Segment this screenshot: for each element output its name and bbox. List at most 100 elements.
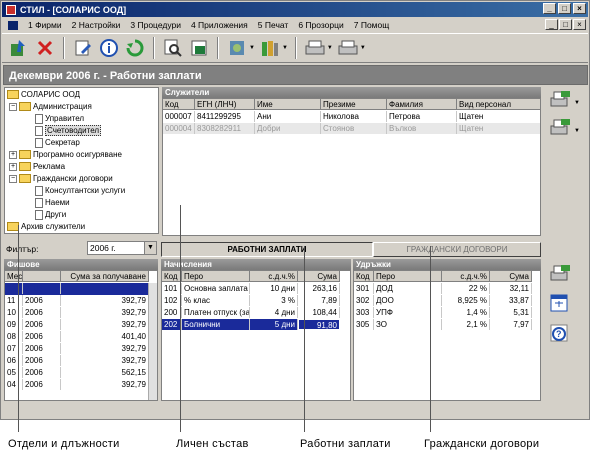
menu-procedures[interactable]: 3 Процедури xyxy=(130,20,181,30)
col-family[interactable]: Фамилия xyxy=(387,99,457,110)
chevron-down-icon[interactable]: ▼ xyxy=(282,45,288,51)
printer-rz-icon[interactable] xyxy=(549,89,571,111)
tree-node-consult[interactable]: Консултантски услуги xyxy=(35,185,125,196)
add-icon[interactable] xyxy=(8,37,30,59)
mdi-restore-button[interactable]: □ xyxy=(559,19,572,30)
table-row[interactable]: 303 УПФ 1,4 % 5,31 xyxy=(354,307,540,318)
chevron-down-icon[interactable]: ▼ xyxy=(249,45,255,51)
tab-salaries[interactable]: РАБОТНИ ЗАПЛАТИ xyxy=(161,242,373,257)
deductions-table[interactable]: Код Перо с.д.ч.% Сума 301 ДОД 22 % 32,11… xyxy=(353,270,541,401)
col-amount[interactable]: Сума за получаване xyxy=(61,271,149,282)
maximize-button[interactable]: □ xyxy=(558,3,571,14)
col-year[interactable] xyxy=(23,271,61,282)
table-row[interactable]: 000004 8308282911 Добри Стоянов Вълков Щ… xyxy=(163,123,540,134)
payslip-icon[interactable] xyxy=(549,263,571,285)
table-row[interactable]: 07 2006 392,79 xyxy=(5,343,157,354)
tree-node-rent[interactable]: Наеми xyxy=(35,197,70,208)
table-row[interactable]: 04 2006 392,79 xyxy=(5,379,157,390)
menu-icon[interactable] xyxy=(8,20,18,30)
printer-gd-icon[interactable] xyxy=(549,117,571,139)
help-icon[interactable]: ? xyxy=(549,323,571,345)
table-row[interactable]: 11 2006 392,79 xyxy=(5,295,157,306)
tree-node-root[interactable]: СОЛАРИС ООД xyxy=(7,89,80,100)
close-button[interactable]: × xyxy=(573,3,586,14)
payouts-scrollbar[interactable] xyxy=(148,283,157,400)
tree-node-other[interactable]: Други xyxy=(35,209,66,220)
table-row[interactable]: 101 Основна заплата 10 дни 263,16 xyxy=(162,283,350,294)
excel-export-icon[interactable] xyxy=(188,37,210,59)
col-code[interactable]: Код xyxy=(354,271,374,282)
tree-node-prog[interactable]: + Програмно осигуряване xyxy=(9,149,122,160)
tab-civil-contracts[interactable]: ГРАЖДАНСКИ ДОГОВОРИ xyxy=(373,242,541,257)
collapse-icon[interactable]: − xyxy=(9,102,17,111)
table-row[interactable]: 202 Болнични 5 дни 91,80 xyxy=(162,319,350,330)
split-window-icon[interactable] xyxy=(549,293,571,315)
books-icon[interactable] xyxy=(259,37,281,59)
printer-gd-icon[interactable] xyxy=(337,37,359,59)
menu-firms[interactable]: 1 Фирми xyxy=(28,20,62,30)
tree-node-admin[interactable]: − Администрация xyxy=(9,101,92,112)
col-days[interactable]: с.д.ч.% xyxy=(250,271,298,282)
toolbar: ▼ ▼ ▼ ▼ xyxy=(2,33,588,63)
employees-table[interactable]: Код ЕГН (ЛНЧ) Име Презиме Фамилия Вид пе… xyxy=(162,98,541,236)
table-row[interactable]: 06 2006 392,79 xyxy=(5,355,157,366)
minimize-button[interactable]: _ xyxy=(543,3,556,14)
table-row[interactable]: 305 ЗО 2,1 % 7,97 xyxy=(354,319,540,330)
col-middle[interactable]: Презиме xyxy=(321,99,387,110)
mdi-close-button[interactable]: × xyxy=(573,19,586,30)
tree-node-manager[interactable]: Управител xyxy=(35,113,84,124)
menu-windows[interactable]: 6 Прозорци xyxy=(298,20,343,30)
table-row[interactable]: 08 2006 401,40 xyxy=(5,331,157,342)
col-item[interactable]: Перо xyxy=(182,271,250,282)
col-sum[interactable]: Сума xyxy=(490,271,532,282)
chevron-down-icon[interactable]: ▼ xyxy=(327,45,333,51)
accruals-table[interactable]: Код Перо с.д.ч.% Сума 101 Основна заплат… xyxy=(161,270,351,401)
payouts-table[interactable]: Месец Сума за получаване 12 2006 392,79 … xyxy=(4,270,158,401)
col-code[interactable]: Код xyxy=(163,99,195,110)
menu-help[interactable]: 7 Помощ xyxy=(354,20,390,30)
chevron-down-icon[interactable]: ▼ xyxy=(360,45,366,51)
printer-rz-icon[interactable] xyxy=(304,37,326,59)
info-icon[interactable] xyxy=(98,37,120,59)
tree-node-civil[interactable]: − Граждански договори xyxy=(9,173,113,184)
chevron-down-icon[interactable]: ▼ xyxy=(144,242,156,254)
chevron-down-icon[interactable]: ▼ xyxy=(574,100,580,106)
col-name[interactable]: Име xyxy=(255,99,321,110)
col-item[interactable]: Перо xyxy=(374,271,442,282)
table-row[interactable]: 200 Платен отпуск (за 4 дни 108,44 xyxy=(162,307,350,318)
expand-icon[interactable]: + xyxy=(9,150,17,159)
table-row[interactable]: 302 ДОО 8,925 % 33,87 xyxy=(354,295,540,306)
settings-icon[interactable] xyxy=(226,37,248,59)
menu-applications[interactable]: 4 Приложения xyxy=(191,20,248,30)
employees-panel-title: Служители xyxy=(162,87,541,98)
menu-settings[interactable]: 2 Настройки xyxy=(72,20,121,30)
delete-icon[interactable] xyxy=(34,37,56,59)
edit-icon[interactable] xyxy=(72,37,94,59)
search-icon[interactable] xyxy=(162,37,184,59)
col-month[interactable]: Месец xyxy=(5,271,23,282)
col-code[interactable]: Код xyxy=(162,271,182,282)
folder-icon xyxy=(19,174,31,183)
expand-icon[interactable]: + xyxy=(9,162,17,171)
menu-print[interactable]: 5 Печат xyxy=(258,20,289,30)
table-row[interactable]: 12 2006 392,79 xyxy=(5,283,157,295)
refresh-icon[interactable] xyxy=(124,37,146,59)
department-tree[interactable]: СОЛАРИС ООД − Администрация Управител Сче… xyxy=(4,87,159,234)
col-rate[interactable]: с.д.ч.% xyxy=(442,271,490,282)
tree-node-accountant[interactable]: Счетоводител xyxy=(35,125,102,136)
col-egn[interactable]: ЕГН (ЛНЧ) xyxy=(195,99,255,110)
callout-line xyxy=(18,225,19,432)
mdi-minimize-button[interactable]: _ xyxy=(545,19,558,30)
collapse-icon[interactable]: − xyxy=(9,174,17,183)
table-row[interactable]: 09 2006 392,79 xyxy=(5,319,157,330)
table-row[interactable]: 102 % клас 3 % 7,89 xyxy=(162,295,350,306)
tree-node-secretary[interactable]: Секретар xyxy=(35,137,80,148)
table-row[interactable]: 000007 8411299295 Ани Николова Петрова Щ… xyxy=(163,111,540,122)
chevron-down-icon[interactable]: ▼ xyxy=(574,128,580,134)
table-row[interactable]: 301 ДОД 22 % 32,11 xyxy=(354,283,540,294)
table-row[interactable]: 05 2006 562,15 xyxy=(5,367,157,378)
filter-select[interactable]: 2006 г. ▼ xyxy=(87,241,157,255)
table-row[interactable]: 10 2006 392,79 xyxy=(5,307,157,318)
tree-node-ads[interactable]: + Реклама xyxy=(9,161,65,172)
col-type[interactable]: Вид персонал xyxy=(457,99,540,110)
